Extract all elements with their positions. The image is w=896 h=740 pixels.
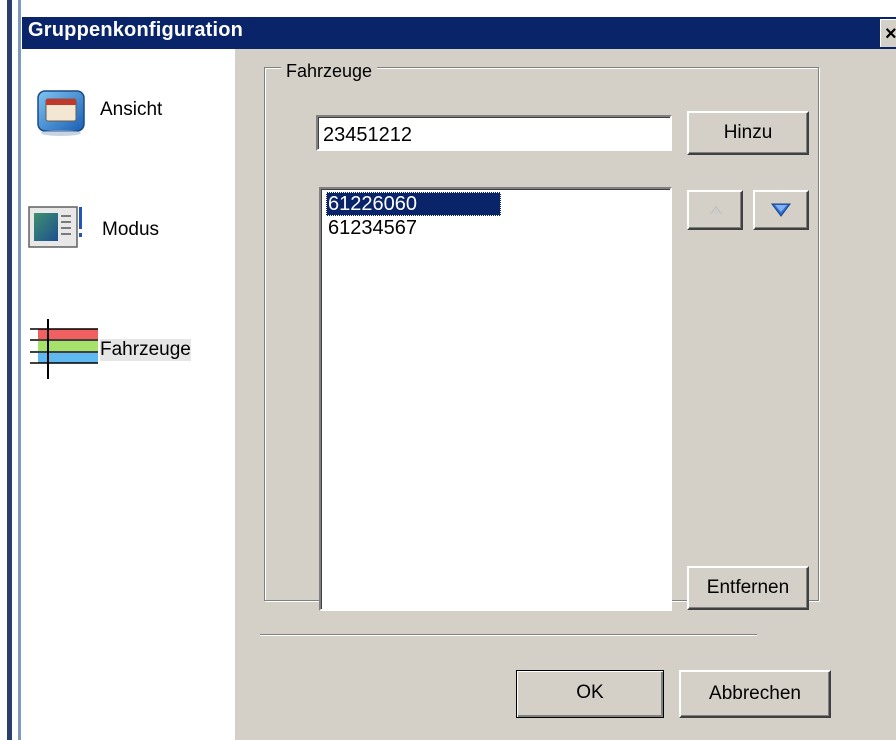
move-down-button[interactable] [753,190,809,230]
sidebar-item-label: Ansicht [100,99,163,120]
add-button[interactable]: Hinzu [687,111,809,155]
mode-screen-icon [28,205,84,253]
sidebar-item-label: Fahrzeuge [100,339,191,361]
ok-button[interactable]: OK [516,670,664,718]
sidebar-navigation: Ansicht Modus Fahrzeuge [22,49,235,740]
colored-lines-icon [26,317,102,381]
cancel-button[interactable]: Abbrechen [679,670,831,718]
arrow-up-icon [710,206,722,214]
sidebar-item-label: Modus [102,219,160,240]
arrow-down-icon [771,203,791,217]
move-up-button[interactable] [687,190,743,230]
vehicle-number-input[interactable] [316,115,672,151]
vehicle-list[interactable]: 61226060 61234567 [319,187,672,611]
window-left-border [0,0,22,740]
window-view-icon [34,85,90,137]
sidebar-item-modus[interactable]: Modus [22,189,235,259]
title-bar[interactable]: Gruppenkonfiguration × [22,17,896,49]
separator-line [260,634,757,636]
content-panel: Hinzu 61226060 61234567 Entfernen Fahrze… [235,49,896,740]
vehicles-groupbox: Hinzu 61226060 61234567 Entfernen [264,67,819,611]
window-title: Gruppenkonfiguration [28,19,244,41]
list-item[interactable]: 61226060 [326,192,501,216]
list-item[interactable]: 61234567 [326,216,501,240]
close-button[interactable]: × [880,19,896,47]
groupbox-label: Fahrzeuge [281,61,378,82]
sidebar-item-ansicht[interactable]: Ansicht [22,49,235,136]
sidebar-item-fahrzeuge[interactable]: Fahrzeuge [22,315,235,385]
remove-button[interactable]: Entfernen [687,566,809,610]
